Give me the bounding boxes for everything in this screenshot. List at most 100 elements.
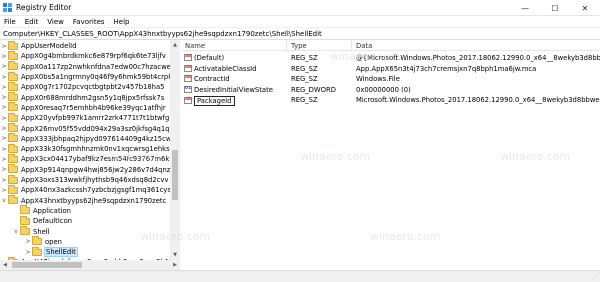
chevron-right-icon[interactable]: > [0,84,8,91]
folder-icon [8,133,18,143]
chevron-right-icon[interactable]: > [0,125,8,132]
value-row[interactable]: DesiredInitialViewState REG_DWORD 0x000000… [181,85,600,96]
tree-item[interactable]: > AppX0a117zp2nwhknfdna7edw00c7hzacwew [0,61,176,72]
chevron-right-icon[interactable]: > [0,156,8,163]
scroll-thumb[interactable] [172,150,178,200]
folder-icon [32,246,42,256]
scroll-right-arrow-icon[interactable]: ▶ [170,260,180,270]
value-name: ActivatableClassId [194,64,257,73]
tree-item[interactable]: > AppX26mv05f55vdd094x29a3sz0jkfsg4q1q6 [0,123,174,133]
string-value-icon [184,75,192,82]
value-row[interactable]: PackageId REG_SZ Microsoft.Windows.Photos_… [181,95,600,106]
column-header-data[interactable]: Data [356,42,372,50]
chevron-right-icon[interactable]: > [0,94,8,101]
string-value-icon [184,97,192,104]
scroll-left-arrow-icon[interactable]: ◀ [0,260,10,270]
tree-item[interactable]: > AppX3cx04417ybaf9kz7esm54fc93767m6k [0,153,170,164]
title-bar: Registry Editor — ☐ ✕ [0,0,600,16]
tree-item[interactable]: > AppX20yvfpb997k1amrr2zrk4771t7t1btwfg [0,112,170,123]
chevron-right-icon[interactable]: > [0,187,8,194]
tree-item[interactable]: Application [12,205,71,216]
tree-item[interactable]: > AppX40nx3azkcssh7yzbcbzjgsgf1mq361cys [0,184,171,195]
value-type-cell: REG_DWORD [291,85,336,94]
tree-item-label: AppX0bs5a1ngrmny0q46f9y6hmk59bt4crpk [21,73,173,82]
menu-help[interactable]: Help [114,18,130,26]
resize-grip-icon[interactable]: ⋰ [592,274,598,281]
chevron-right-icon[interactable]: > [0,177,8,184]
folder-icon [8,61,18,71]
tree-item[interactable]: > AppX0r688mrddhm2gsn5y1q8jpx5rfssk7s [0,92,164,103]
chevron-right-icon[interactable]: > [0,43,8,50]
column-divider[interactable] [351,40,352,51]
tree-item[interactable]: DefaultIcon [12,215,72,226]
scroll-up-arrow-icon[interactable]: ▲ [170,40,180,50]
chevron-right-icon[interactable]: > [0,63,8,70]
value-row[interactable]: (Default) REG_SZ @{Microsoft.Windows.Photo… [181,53,600,64]
value-data-cell: @{Microsoft.Windows.Photos_2017.18062.12… [356,54,600,62]
tree-item-label: AppX20yvfpb997k1amrr2zrk4771t7t1btwfg [21,114,170,123]
chevron-right-icon[interactable]: > [0,74,8,81]
tree-item[interactable]: > ShellEdit [24,246,78,258]
window-title: Registry Editor [16,3,72,12]
tree-item[interactable]: v AppX43hnxtbyyps62jhe9sqpdzxn1790zetc [0,195,167,206]
column-divider[interactable] [286,40,287,51]
chevron-right-icon[interactable]: > [24,238,32,245]
column-header-type[interactable]: Type [291,42,307,50]
tree-item[interactable]: > open [24,236,62,247]
rename-input[interactable]: PackageId [194,96,235,106]
value-name-cell: (Default) [184,54,284,62]
value-row[interactable]: ContractId REG_SZ Windows.File [181,74,600,85]
tree-item-label: Shell [33,227,50,236]
tree-item[interactable]: > AppX3oxs313wwkfjhythsb9q46xdsq8d2cvv [0,174,168,185]
folder-icon [8,92,18,102]
tree-item[interactable]: v Shell [12,226,50,236]
values-list-pane[interactable]: Name Type Data (Default) REG_SZ @{Microsof… [181,40,600,270]
chevron-right-icon[interactable]: > [0,146,8,153]
menu-view[interactable]: View [47,18,64,26]
address-bar[interactable]: Computer\HKEY_CLASSES_ROOT\AppX43hnxtbyy… [0,28,600,40]
tree-item[interactable]: > AppUserModelId [0,40,77,51]
tree-horizontal-scrollbar[interactable]: ◀ ▶ [0,260,180,270]
tree-item[interactable]: > AppX0g7r1702pcvqctbgtpbt2v457b18ha5 [0,81,165,92]
chevron-down-icon[interactable]: v [0,197,8,204]
column-header-name[interactable]: Name [185,42,205,50]
chevron-right-icon[interactable]: > [0,115,8,122]
maximize-button[interactable]: ☐ [540,0,570,16]
tree-item-label: AppX0resaq7r5emhbh4b96ke39yqc1atfhjr [21,103,166,112]
menu-edit[interactable]: Edit [25,18,39,26]
tree-item-label: AppX0g4bmbrdkmkc6e879rpf6qk6te73ljfv [21,52,166,61]
tree-item[interactable]: > AppX3p914qnpgw4hwj856jw2y286v7d4qnzh [0,164,175,175]
chevron-right-icon[interactable]: > [0,135,8,142]
value-name-cell: ActivatableClassId [184,64,284,73]
minimize-button[interactable]: — [510,0,540,16]
tree-item-label: Application [33,206,71,215]
menu-file[interactable]: File [4,18,16,26]
tree-item-label: AppX3cx04417ybaf9kz7esm54fc93767m6k [21,155,170,164]
tree-item[interactable]: > AppX0g4bmbrdkmkc6e879rpf6qk6te73ljfv [0,50,166,61]
value-row[interactable]: ActivatableClassId REG_SZ App.AppX65n3t4j7… [181,64,600,75]
tree-item-label: AppX43hnxtbyyps62jhe9sqpdzxn1790zetc [21,196,167,205]
key-tree-pane[interactable]: > AppUserModelId > AppX0g4bmbrdkmkc6e879rpf… [0,40,180,270]
value-name: ContractId [194,75,230,83]
chevron-down-icon[interactable]: v [12,228,20,235]
tree-vertical-scrollbar[interactable]: ▲ ▼ [170,40,180,260]
tree-item[interactable]: > AppX333jbhpaq2hjpyd097614409g4kz15cw [0,133,172,144]
tree-item[interactable]: > AppX33k30fsgmhhnzmk0nv1xqcwrsg1ehks1 [0,143,174,154]
chevron-right-icon[interactable]: > [0,104,8,111]
close-button[interactable]: ✕ [570,0,600,16]
value-name-cell: PackageId [184,96,284,106]
tree-item-label: AppX0g7r1702pcvqctbgtpbt2v457b18ha5 [21,83,165,92]
tree-item[interactable]: > AppX0bs5a1ngrmny0q46f9y6hmk59bt4crpk [0,71,173,82]
tree-item[interactable]: > AppX0resaq7r5emhbh4b96ke39yqc1atfhjr [0,102,166,113]
folder-icon [8,71,18,81]
tree-item-label: AppX333jbhpaq2hjpyd097614409g4kz15cw [21,134,172,143]
list-header: Name Type Data [181,40,600,51]
chevron-right-icon[interactable]: > [0,166,8,173]
value-data-cell: Microsoft.Windows.Photos_2017.18062.1299… [356,96,600,104]
tree-item-label: ShellEdit [44,247,78,258]
menu-favorites[interactable]: Favorites [73,18,105,26]
scroll-thumb-horizontal[interactable] [12,262,82,268]
chevron-right-icon[interactable]: > [24,249,32,256]
scroll-down-arrow-icon[interactable]: ▼ [170,250,180,260]
chevron-right-icon[interactable]: > [0,53,8,60]
